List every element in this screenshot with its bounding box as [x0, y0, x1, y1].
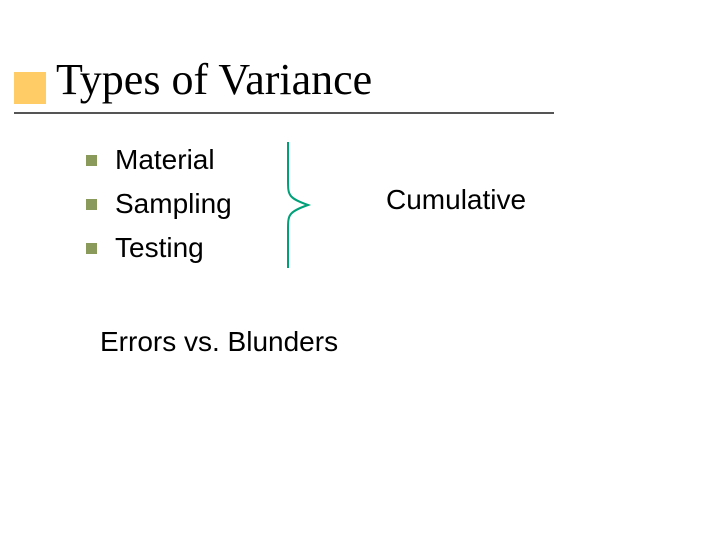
list-item: Material: [86, 138, 232, 182]
curly-brace-icon: [280, 140, 320, 270]
bullet-label: Testing: [115, 232, 204, 264]
title-underline: [14, 112, 554, 114]
bullet-label: Sampling: [115, 188, 232, 220]
subheading: Errors vs. Blunders: [100, 326, 338, 358]
square-bullet-icon: [86, 155, 97, 166]
brace-label: Cumulative: [386, 184, 526, 216]
list-item: Sampling: [86, 182, 232, 226]
title-accent-box: [14, 72, 46, 104]
slide-title: Types of Variance: [56, 54, 372, 105]
list-item: Testing: [86, 226, 232, 270]
square-bullet-icon: [86, 199, 97, 210]
bullet-list: Material Sampling Testing: [86, 138, 232, 270]
square-bullet-icon: [86, 243, 97, 254]
bullet-label: Material: [115, 144, 215, 176]
